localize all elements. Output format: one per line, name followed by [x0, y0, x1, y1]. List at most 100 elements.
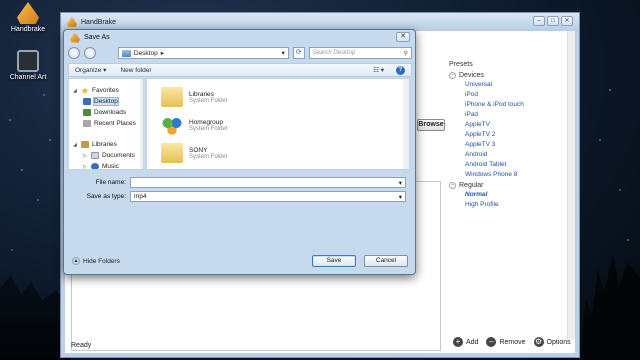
file-type: System Folder	[189, 97, 228, 104]
dropdown-arrow-icon[interactable]: ▾	[399, 179, 402, 187]
address-text: Desktop	[133, 49, 158, 57]
status-text: Ready	[71, 342, 92, 349]
collapsed-arrow-icon[interactable]: ▷	[83, 153, 88, 159]
plus-icon: +	[453, 337, 463, 347]
desktop-icon-handbrake[interactable]: Handbrake	[2, 2, 54, 33]
file-list-scrollbar[interactable]	[403, 79, 409, 169]
collapse-icon[interactable]: –	[449, 71, 456, 79]
minus-icon: –	[486, 337, 497, 347]
expand-arrow-icon[interactable]: ◢	[73, 142, 78, 148]
search-input[interactable]: Search Desktop ⚲	[308, 47, 413, 59]
address-row: Desktop ▸ ▾ ⟳ Search Desktop ⚲	[68, 45, 413, 61]
save-as-type-select[interactable]: mp4 ▾	[130, 191, 406, 202]
nav-label: Music	[102, 163, 119, 170]
navigation-scrollbar[interactable]	[140, 79, 143, 169]
preset-group-label: Devices	[459, 71, 484, 79]
preset-item[interactable]: Windows Phone 8	[449, 170, 569, 180]
nav-item-documents[interactable]: ▷ Documents	[69, 150, 143, 161]
libraries-folder-icon	[161, 87, 183, 107]
preset-item[interactable]: iPhone & iPod touch	[449, 100, 569, 110]
remove-preset-button[interactable]: – Remove	[486, 337, 526, 347]
preset-item[interactable]: Android Tablet	[449, 160, 569, 170]
desktop-folder-icon	[121, 49, 131, 57]
file-item-sony[interactable]: SONY System Folder	[161, 143, 228, 163]
add-preset-button[interactable]: + Add	[453, 337, 478, 347]
nav-group-libraries[interactable]: ◢ Libraries	[69, 139, 143, 150]
preset-group-regular[interactable]: – Regular	[449, 180, 569, 190]
cancel-button[interactable]: Cancel	[364, 255, 408, 267]
preset-item[interactable]: AppleTV	[449, 120, 569, 130]
search-placeholder: Search Desktop	[312, 50, 356, 56]
forward-button[interactable]	[83, 47, 96, 59]
organize-menu[interactable]: Organize ▾	[75, 66, 106, 74]
nav-item-recent-places[interactable]: Recent Places	[69, 118, 143, 129]
file-item-homegroup[interactable]: Homegroup System Folder	[161, 115, 228, 135]
options-button[interactable]: ⚙ Options	[533, 337, 571, 347]
file-name-input[interactable]: ▾	[130, 177, 406, 188]
button-label: Options	[546, 338, 571, 346]
save-as-dialog: Save As ✕ Desktop ▸ ▾ ⟳ Search Desktop ⚲…	[63, 29, 416, 275]
presets-title: Presets	[449, 61, 473, 68]
refresh-button[interactable]: ⟳	[292, 47, 305, 59]
browse-button[interactable]: Browse	[417, 119, 445, 131]
nav-group-favorites[interactable]: ◢ Favorites	[69, 85, 143, 96]
save-button[interactable]: Save	[312, 255, 356, 267]
expand-arrow-icon[interactable]: ◢	[73, 88, 78, 94]
file-item-libraries[interactable]: Libraries System Folder	[161, 87, 228, 107]
vertical-scrollbar[interactable]	[567, 31, 575, 339]
hide-folders-toggle[interactable]: ▲ Hide Folders	[68, 257, 120, 265]
search-icon: ⚲	[403, 50, 409, 57]
close-button[interactable]: ✕	[396, 32, 410, 42]
dialog-title: Save As	[84, 34, 110, 41]
preset-item[interactable]: AppleTV 2	[449, 130, 569, 140]
preset-group-label: Regular	[459, 181, 484, 189]
preset-item[interactable]: Universal	[449, 80, 569, 90]
button-label: Add	[466, 338, 479, 346]
user-folder-icon	[161, 143, 183, 163]
back-button[interactable]	[68, 47, 80, 59]
preset-item[interactable]: iPod	[449, 90, 569, 100]
file-name-row: File name: ▾	[68, 176, 412, 189]
music-icon	[91, 163, 99, 169]
close-button[interactable]: ✕	[561, 16, 573, 26]
maximize-button[interactable]: □	[547, 16, 559, 26]
preset-group-devices[interactable]: – Devices	[449, 70, 569, 80]
recent-places-icon	[83, 120, 91, 127]
preset-actions: + Add – Remove ⚙ Options	[453, 337, 571, 347]
handbrake-icon	[70, 32, 80, 43]
desktop-icon	[83, 98, 91, 105]
help-icon[interactable]: ?	[396, 65, 405, 75]
dropdown-arrow-icon[interactable]: ▾	[281, 49, 284, 57]
downloads-icon	[83, 109, 91, 116]
preset-item[interactable]: High Profile	[449, 200, 569, 210]
address-bar[interactable]: Desktop ▸ ▾	[117, 47, 289, 59]
preset-item[interactable]: AppleTV 3	[449, 140, 569, 150]
desktop-icon-label: Channel Art	[9, 74, 47, 81]
new-folder-button[interactable]: New folder	[120, 67, 151, 74]
preset-item[interactable]: iPad	[449, 110, 569, 120]
window-title: HandBrake	[81, 18, 117, 26]
preset-item-selected[interactable]: Normal	[449, 190, 569, 200]
nav-label: Documents	[102, 152, 135, 159]
preset-item[interactable]: Android	[449, 150, 569, 160]
file-type: System Folder	[189, 125, 228, 132]
minimize-button[interactable]: –	[533, 16, 545, 26]
navigation-pane: ◢ Favorites Desktop Downloads Recent Pla…	[68, 78, 144, 170]
nav-label: Desktop	[93, 97, 119, 106]
view-options-icon[interactable]: ☷ ▾	[373, 66, 384, 74]
nav-item-downloads[interactable]: Downloads	[69, 107, 143, 118]
nav-item-music[interactable]: ▷ Music	[69, 161, 143, 170]
handbrake-icon	[17, 2, 39, 24]
dropdown-arrow-icon[interactable]: ▾	[399, 193, 402, 201]
file-name-label: File name:	[95, 179, 126, 186]
nav-item-desktop[interactable]: Desktop	[69, 96, 143, 107]
breadcrumb-arrow-icon[interactable]: ▸	[161, 49, 164, 57]
save-as-type-row: Save as type: mp4 ▾	[68, 190, 412, 203]
libraries-icon	[81, 141, 89, 148]
collapsed-arrow-icon[interactable]: ▷	[83, 164, 88, 170]
gear-icon: ⚙	[533, 337, 544, 347]
collapse-icon[interactable]: –	[449, 181, 456, 189]
dialog-titlebar[interactable]: Save As ✕	[64, 30, 415, 45]
file-list: Libraries System Folder Homegroup System…	[146, 78, 410, 170]
desktop-icon-channel-art[interactable]: Channel Art	[2, 50, 54, 81]
